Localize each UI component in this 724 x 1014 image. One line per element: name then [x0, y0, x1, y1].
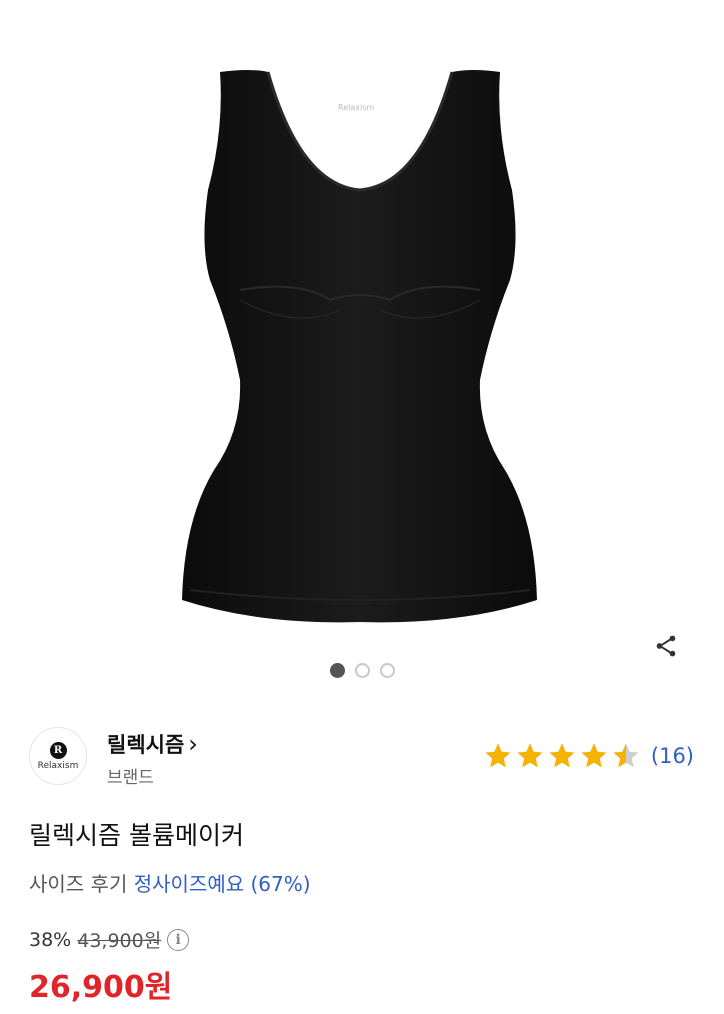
- brand-subtitle: 브랜드: [107, 768, 154, 788]
- carousel-dot-3[interactable]: [379, 663, 395, 678]
- product-image[interactable]: Relaxism: [0, 0, 724, 640]
- size-review-value: 정사이즈예요 (67%): [133, 872, 311, 896]
- share-button[interactable]: [650, 630, 682, 662]
- star-full-icon: [549, 743, 575, 768]
- discount-rate: 38%: [29, 928, 72, 951]
- brand-logo-text: Relaxism: [37, 760, 79, 771]
- star-full-icon: [485, 743, 511, 768]
- size-review[interactable]: 사이즈 후기 정사이즈예요 (67%): [29, 868, 311, 897]
- carousel-dot-2[interactable]: [354, 663, 370, 678]
- brand-name: 릴렉시즘: [107, 733, 185, 757]
- carousel-dot-1[interactable]: [329, 663, 345, 678]
- carousel-indicator: [0, 663, 724, 678]
- garment-label-text: Relaxism: [338, 103, 375, 112]
- star-full-icon: [581, 743, 607, 768]
- brand-link[interactable]: 릴렉시즘 ›: [107, 729, 198, 759]
- product-title: 릴렉시즘 볼륨메이커: [29, 821, 244, 850]
- price-discount-row: 38% 43,900원 i: [29, 926, 190, 953]
- brand-logo-mark: R: [49, 741, 67, 759]
- info-icon[interactable]: i: [167, 928, 190, 951]
- size-review-label: 사이즈 후기: [29, 872, 128, 896]
- chevron-right-icon: ›: [188, 730, 198, 758]
- star-rating: [483, 741, 641, 771]
- brand-logo[interactable]: R Relaxism: [29, 727, 87, 785]
- star-half-icon: [613, 743, 639, 768]
- tank-top-illustration: [182, 70, 537, 623]
- rating-link[interactable]: (16): [483, 741, 694, 771]
- sale-price: 26,900원: [29, 970, 173, 1005]
- star-full-icon: [517, 743, 543, 768]
- share-icon: [656, 635, 676, 657]
- review-count: (16): [650, 744, 694, 768]
- original-price: 43,900원: [77, 930, 162, 952]
- brand-section: R Relaxism 릴렉시즘 › 브랜드 (16): [29, 727, 694, 789]
